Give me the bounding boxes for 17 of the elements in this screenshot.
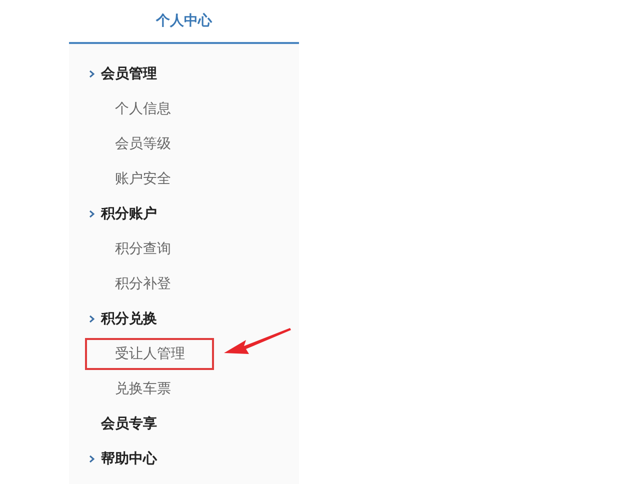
menu-item[interactable]: 兑换车票: [85, 372, 200, 404]
menu-item[interactable]: 受让人管理: [85, 338, 214, 370]
menu-group-heading[interactable]: 积分账户: [101, 204, 157, 222]
menu-group-heading[interactable]: 会员管理: [101, 64, 157, 82]
chevron-icon: [89, 314, 95, 322]
menu-item[interactable]: 账户安全: [85, 162, 200, 194]
chevron-icon: [89, 454, 95, 462]
menu-item[interactable]: 个人信息: [85, 92, 200, 124]
menu-group-heading[interactable]: 帮助中心: [101, 450, 157, 468]
sidebar-title: 个人中心: [69, 0, 299, 44]
menu-item[interactable]: 积分查询: [85, 232, 200, 264]
menu-group-heading[interactable]: 积分兑换: [101, 310, 157, 328]
chevron-icon: [89, 210, 95, 218]
menu-group-heading[interactable]: 会员专享: [101, 414, 157, 432]
menu-item[interactable]: 积分补登: [85, 268, 200, 300]
chevron-icon: [89, 70, 95, 78]
menu-item[interactable]: 会员等级: [85, 128, 200, 160]
